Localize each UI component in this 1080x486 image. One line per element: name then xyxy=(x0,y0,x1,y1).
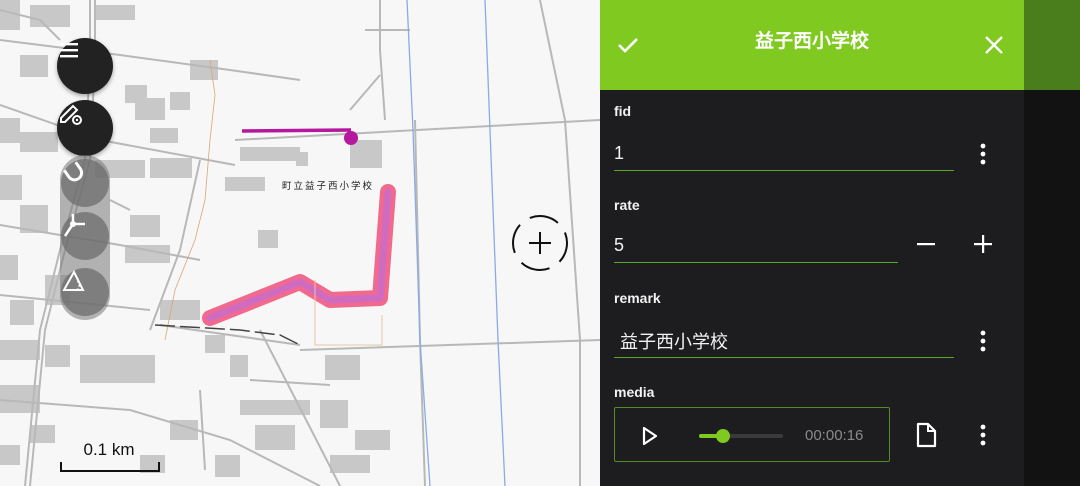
side-strip-header xyxy=(1024,0,1080,90)
side-strip xyxy=(1024,0,1080,486)
remark-label: remark xyxy=(614,290,661,306)
scale-bar-line xyxy=(60,462,160,472)
menu-icon xyxy=(60,43,78,58)
more-vertical-icon xyxy=(980,143,986,165)
rate-field[interactable]: 5 xyxy=(614,235,624,256)
scale-bar: 0.1 km xyxy=(60,438,160,474)
plus-icon xyxy=(974,235,992,253)
play-button[interactable] xyxy=(637,424,661,448)
media-menu-button[interactable] xyxy=(968,420,998,450)
audio-seek-bar[interactable] xyxy=(699,429,783,443)
angle-tool-icon xyxy=(62,269,85,291)
map-view[interactable]: 町立益子西小学校 0.1 km xyxy=(0,0,600,486)
remark-underline xyxy=(614,357,954,358)
decrement-button[interactable] xyxy=(911,229,941,259)
vertex-tool-button[interactable] xyxy=(61,212,109,260)
more-vertical-icon xyxy=(980,424,986,446)
seek-thumb[interactable] xyxy=(715,429,730,443)
rate-label: rate xyxy=(614,197,640,213)
file-icon xyxy=(916,422,937,448)
school-map-label: 町立益子西小学校 xyxy=(282,181,375,192)
angle-tool-button[interactable] xyxy=(61,268,109,316)
selected-line-feature xyxy=(241,128,352,133)
audio-duration: 00:00:16 xyxy=(805,427,864,444)
check-icon xyxy=(618,38,638,53)
form-title: 益子西小学校 xyxy=(754,31,869,52)
media-label: media xyxy=(614,384,655,400)
edit-settings-icon xyxy=(60,104,82,125)
increment-button[interactable] xyxy=(968,229,998,259)
fid-label: fid xyxy=(614,103,632,119)
edit-settings-button[interactable] xyxy=(57,100,113,156)
scale-label: 0.1 km xyxy=(83,440,135,459)
rate-underline xyxy=(614,262,898,263)
remark-menu-button[interactable] xyxy=(968,326,998,356)
snap-button[interactable] xyxy=(61,159,109,207)
play-icon xyxy=(642,426,658,446)
minus-icon xyxy=(917,243,935,246)
close-button[interactable] xyxy=(976,27,1012,63)
audio-player: 00:00:16 xyxy=(614,407,890,462)
attach-file-button[interactable] xyxy=(911,420,941,450)
menu-button[interactable] xyxy=(57,38,113,94)
more-vertical-icon xyxy=(980,330,986,352)
fid-field[interactable]: 1 xyxy=(614,143,624,164)
vertex-tool-icon xyxy=(63,214,85,237)
remark-field[interactable]: 益子西小学校 xyxy=(620,328,728,354)
feature-form-panel: 益子西小学校 fid 1 rate 5 remark 益子西小学校 media … xyxy=(600,0,1024,486)
close-icon xyxy=(985,36,1003,54)
fid-underline xyxy=(614,170,954,171)
confirm-button[interactable] xyxy=(610,27,646,63)
fid-menu-button[interactable] xyxy=(968,139,998,169)
selected-vertex xyxy=(344,131,358,145)
snap-magnet-icon xyxy=(63,161,84,182)
form-header: 益子西小学校 xyxy=(600,0,1024,90)
